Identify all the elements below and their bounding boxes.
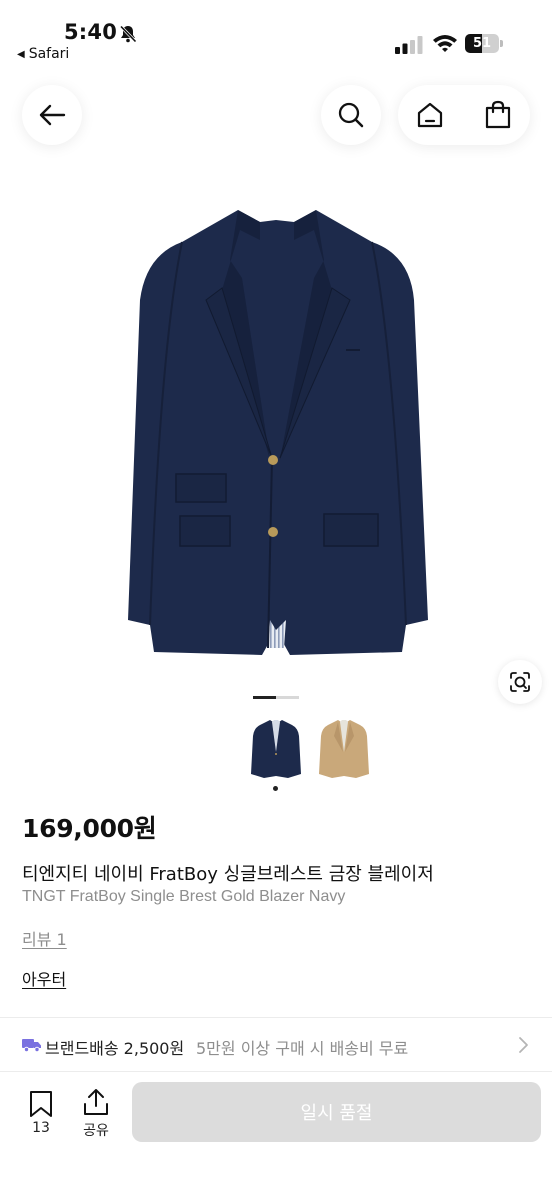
search-icon — [338, 102, 364, 128]
truck-icon — [22, 1039, 41, 1053]
arrow-left-icon — [39, 104, 66, 126]
thumbnail-navy-blazer-image — [251, 720, 301, 778]
product-title-en: TNGT FratBoy Single Brest Gold Blazer Na… — [22, 888, 346, 905]
battery-indicator: 51 — [465, 34, 503, 53]
back-to-safari[interactable]: ◀ Safari — [17, 46, 69, 62]
back-app-label: Safari — [28, 46, 70, 62]
color-thumbnail-navy[interactable] — [248, 716, 304, 780]
pager-segment — [276, 696, 299, 699]
product-image-navy-blazer[interactable] — [110, 200, 442, 665]
selected-thumbnail-indicator — [273, 786, 278, 791]
bookmark-count: 13 — [32, 1120, 50, 1136]
camera-scan-icon — [510, 672, 530, 692]
product-price: 169,000원 — [22, 814, 157, 843]
chevron-right-icon — [519, 1037, 528, 1053]
shipping-fee-label: 브랜드배송 2,500원 — [45, 1039, 185, 1058]
color-thumbnail-beige[interactable] — [316, 716, 372, 780]
pager-segment — [253, 696, 276, 699]
review-link[interactable]: 리뷰 1 — [22, 926, 67, 950]
nav-pill — [398, 85, 530, 145]
shopping-bag-icon — [485, 100, 511, 129]
image-pager — [253, 696, 299, 699]
share-label: 공유 — [83, 1123, 109, 1139]
wifi-icon — [433, 35, 457, 52]
bell-slash-icon — [119, 25, 137, 43]
home-icon — [417, 102, 443, 128]
product-title-ko: 티엔지티 네이비 FratBoy 싱글브레스트 금장 블레이저 — [22, 864, 434, 885]
home-button[interactable] — [410, 95, 450, 135]
soldout-button: 일시 품절 — [132, 1082, 541, 1142]
share-icon — [84, 1089, 108, 1115]
battery-level: 51 — [472, 36, 492, 51]
free-shipping-note: 5만원 이상 구매 시 배송비 무료 — [196, 1039, 409, 1058]
status-time: 5:40 — [64, 20, 118, 44]
category-link[interactable]: 아우터 — [22, 966, 66, 990]
cart-button[interactable] — [478, 95, 518, 135]
bookmark-icon — [30, 1091, 52, 1117]
back-button[interactable] — [22, 85, 82, 145]
divider — [0, 1071, 552, 1072]
shipping-info-row[interactable]: 브랜드배송 2,500원 5만원 이상 구매 시 배송비 무료 — [0, 1018, 552, 1070]
thumbnail-beige-blazer-image — [319, 720, 369, 778]
share-button[interactable]: 공유 — [76, 1088, 116, 1140]
bookmark-button[interactable]: 13 — [22, 1088, 60, 1140]
cellular-signal-icon — [395, 36, 423, 54]
visual-search-button[interactable] — [498, 660, 542, 704]
search-button[interactable] — [321, 85, 381, 145]
status-bar: 5:40 ◀ Safari 51 — [0, 0, 552, 70]
